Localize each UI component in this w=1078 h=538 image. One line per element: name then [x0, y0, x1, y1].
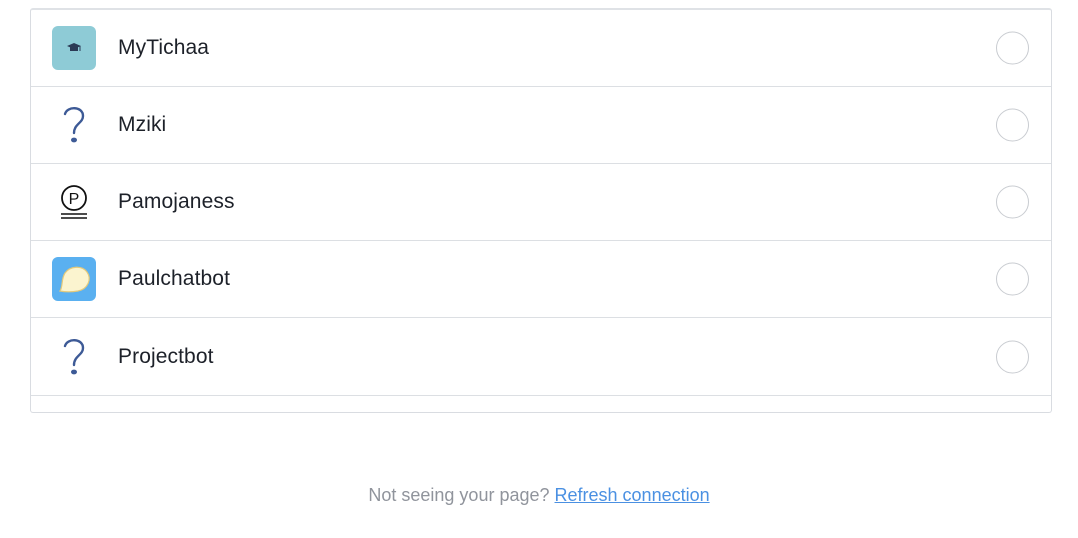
page-name: Mziki: [118, 113, 167, 136]
page-row-mytichaa[interactable]: MyTichaa: [31, 10, 1051, 87]
svg-text:P: P: [69, 191, 80, 208]
page-list-panel: MyTichaa Mziki P Pamojaness Paulchatbot …: [30, 8, 1052, 413]
footer-prompt: Not seeing your page?: [368, 485, 550, 505]
page-name: Paulchatbot: [118, 267, 231, 290]
select-radio[interactable]: [996, 108, 1029, 142]
question-mark-icon: [52, 335, 96, 379]
page-row-mziki[interactable]: Mziki: [31, 87, 1051, 164]
question-mark-icon: [52, 103, 96, 147]
page-row-pamojaness[interactable]: P Pamojaness: [31, 164, 1051, 241]
select-radio[interactable]: [996, 340, 1029, 373]
page-list: MyTichaa Mziki P Pamojaness Paulchatbot …: [31, 10, 1051, 396]
page-name: Projectbot: [118, 344, 214, 368]
graduation-cap-icon: [52, 26, 96, 70]
page-row-paulchatbot[interactable]: Paulchatbot: [31, 241, 1051, 318]
footer-refresh: Not seeing your page? Refresh connection: [0, 485, 1078, 506]
select-radio[interactable]: [996, 262, 1029, 296]
page-name: MyTichaa: [118, 36, 210, 59]
speech-bubble-icon: [52, 257, 96, 301]
select-radio[interactable]: [996, 185, 1029, 219]
p-logo-icon: P: [52, 180, 96, 224]
refresh-connection-link[interactable]: Refresh connection: [555, 485, 710, 505]
page-row-projectbot[interactable]: Projectbot: [31, 318, 1051, 396]
page-name: Pamojaness: [118, 190, 235, 213]
select-radio[interactable]: [996, 31, 1029, 65]
